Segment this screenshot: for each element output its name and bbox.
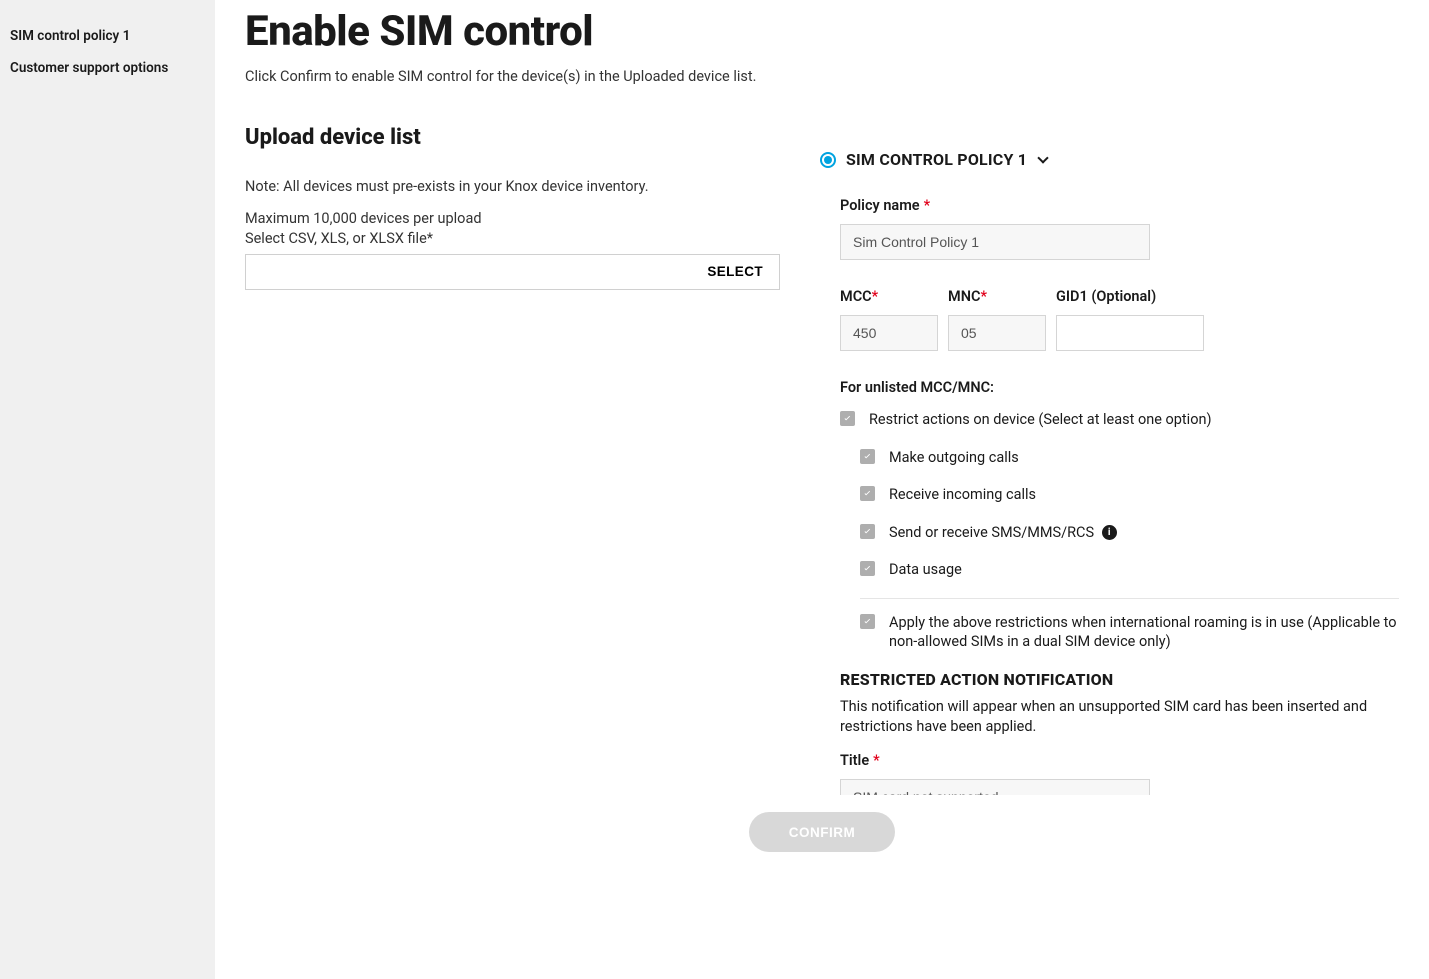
roaming-checkbox-row[interactable]: Apply the above restrictions when intern…: [860, 613, 1399, 652]
divider: [860, 598, 1399, 599]
sidebar: SIM control policy 1 Customer support op…: [0, 0, 215, 979]
gid-label: GID1 (Optional): [1056, 288, 1204, 305]
confirm-button[interactable]: CONFIRM: [749, 812, 896, 852]
checkbox-checked-icon: [860, 614, 875, 629]
policy-accordion-header[interactable]: SIM CONTROL POLICY 1: [820, 150, 1399, 169]
checkbox-checked-icon: [860, 449, 875, 464]
page-description: Click Confirm to enable SIM control for …: [245, 68, 780, 85]
mcc-input[interactable]: [840, 315, 938, 351]
data-checkbox-row[interactable]: Data usage: [860, 560, 1399, 580]
outgoing-checkbox-row[interactable]: Make outgoing calls: [860, 448, 1399, 468]
file-select-button[interactable]: SELECT: [691, 255, 779, 289]
policy-name-label: Policy name*: [840, 197, 1399, 214]
gid-input[interactable]: [1056, 315, 1204, 351]
checkbox-checked-icon: [860, 486, 875, 501]
sidebar-item-sim-policy[interactable]: SIM control policy 1: [0, 20, 215, 52]
upload-section-title: Upload device list: [245, 125, 780, 150]
restrict-checkbox-row[interactable]: Restrict actions on device (Select at le…: [840, 410, 1399, 430]
checkbox-checked-icon: [840, 411, 855, 426]
sms-checkbox-label: Send or receive SMS/MMS/RCS i: [889, 523, 1117, 543]
info-icon[interactable]: i: [1102, 525, 1117, 540]
restrict-checkbox-label: Restrict actions on device (Select at le…: [869, 410, 1212, 430]
sms-checkbox-row[interactable]: Send or receive SMS/MMS/RCS i: [860, 523, 1399, 543]
notif-section-desc: This notification will appear when an un…: [840, 697, 1399, 738]
upload-file-hint: Select CSV, XLS, or XLSX file*: [245, 229, 780, 249]
incoming-checkbox-row[interactable]: Receive incoming calls: [860, 485, 1399, 505]
unlisted-heading: For unlisted MCC/MNC:: [840, 379, 1399, 396]
radio-selected-icon: [820, 152, 836, 168]
mnc-label: MNC*: [948, 288, 1046, 305]
policy-accordion-label: SIM CONTROL POLICY 1: [846, 150, 1027, 169]
incoming-checkbox-label: Receive incoming calls: [889, 485, 1036, 505]
upload-max-hint: Maximum 10,000 devices per upload: [245, 209, 780, 229]
main-content: Enable SIM control Click Confirm to enab…: [215, 0, 1429, 979]
checkbox-checked-icon: [860, 524, 875, 539]
sidebar-item-customer-support[interactable]: Customer support options: [0, 52, 215, 84]
outgoing-checkbox-label: Make outgoing calls: [889, 448, 1019, 468]
upload-note: Note: All devices must pre-exists in you…: [245, 178, 780, 195]
roaming-checkbox-label: Apply the above restrictions when intern…: [889, 613, 1399, 652]
page-title: Enable SIM control: [245, 10, 780, 54]
file-path-input[interactable]: [246, 255, 691, 289]
file-select-row: SELECT: [245, 254, 780, 290]
policy-name-input[interactable]: [840, 224, 1150, 260]
checkbox-checked-icon: [860, 561, 875, 576]
chevron-down-icon: [1037, 152, 1048, 163]
footer-bar: CONFIRM: [215, 795, 1429, 869]
notif-title-label: Title*: [840, 752, 1399, 769]
mcc-label: MCC*: [840, 288, 938, 305]
data-checkbox-label: Data usage: [889, 560, 962, 580]
mnc-input[interactable]: [948, 315, 1046, 351]
notif-section-title: RESTRICTED ACTION NOTIFICATION: [840, 670, 1399, 689]
